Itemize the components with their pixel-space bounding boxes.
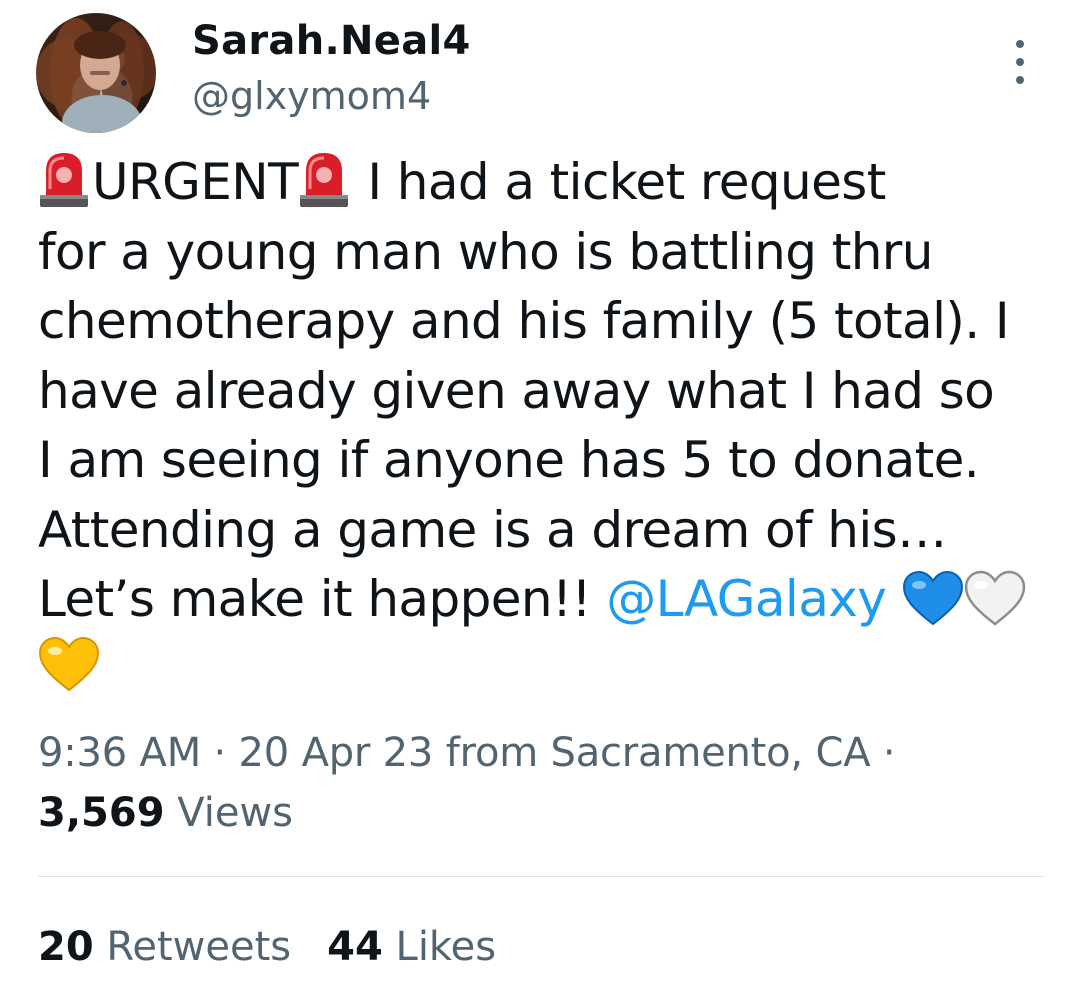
divider bbox=[38, 876, 1044, 877]
avatar[interactable] bbox=[36, 13, 156, 133]
more-options-button[interactable] bbox=[1004, 40, 1036, 84]
tweet-line-2: for a young man who is battling thru bbox=[38, 222, 933, 281]
retweets-label: Retweets bbox=[93, 924, 292, 970]
views-count[interactable]: 3,569 Views bbox=[38, 790, 293, 836]
engagement-stats: 20 Retweets 44 Likes bbox=[38, 924, 496, 970]
police-car-light-emoji bbox=[300, 153, 349, 207]
likes-stat[interactable]: 44 Likes bbox=[327, 924, 496, 970]
police-car-light-emoji bbox=[40, 153, 88, 207]
likes-label: Likes bbox=[382, 924, 497, 970]
more-vertical-icon-dot bbox=[1016, 58, 1024, 66]
tweet-line-4: have already given away what I had so bbox=[38, 361, 995, 420]
views-label: Views bbox=[164, 790, 294, 836]
more-vertical-icon bbox=[1016, 40, 1024, 48]
mention-link[interactable]: @LAGalaxy bbox=[606, 570, 887, 628]
white-heart-emoji bbox=[964, 570, 1025, 626]
tweet-line-8 bbox=[38, 635, 1038, 705]
tweet-line-1: URGENT I had a ticket request bbox=[38, 148, 1038, 218]
more-vertical-icon-dot bbox=[1016, 76, 1024, 84]
author-handle[interactable]: @glxymom4 bbox=[192, 74, 431, 118]
retweets-stat[interactable]: 20 Retweets bbox=[38, 924, 291, 970]
tweet-text: URGENT I had a ticket request for a youn… bbox=[38, 148, 1038, 704]
author-display-name[interactable]: Sarah.Neal4 bbox=[192, 18, 471, 64]
avatar-image bbox=[50, 18, 144, 133]
tweet-line-6: Attending a game is a dream of his… bbox=[38, 500, 947, 559]
tweet-line-7: Let’s make it happen!! @LAGalaxy bbox=[38, 565, 1038, 635]
tweet-line-7-text: Let’s make it happen!! bbox=[38, 570, 607, 628]
yellow-heart-emoji bbox=[38, 636, 100, 691]
blue-heart-emoji bbox=[902, 570, 963, 626]
tweet-timestamp[interactable]: 9:36 AM · 20 Apr 23 from Sacramento, CA … bbox=[38, 730, 896, 776]
tweet-detail: Sarah.Neal4 @glxymom4 URGENT I had a tic… bbox=[0, 0, 1080, 989]
urgent-word: URGENT bbox=[92, 153, 299, 211]
tweet-line-3: chemotherapy and his family (5 total). I bbox=[38, 292, 1010, 350]
likes-count: 44 bbox=[327, 924, 383, 970]
views-number: 3,569 bbox=[38, 790, 165, 836]
tweet-line-1-text: I had a ticket request bbox=[352, 153, 886, 211]
retweets-count: 20 bbox=[38, 924, 94, 970]
tweet-line-5: I am seeing if anyone has 5 to donate. bbox=[38, 431, 980, 489]
